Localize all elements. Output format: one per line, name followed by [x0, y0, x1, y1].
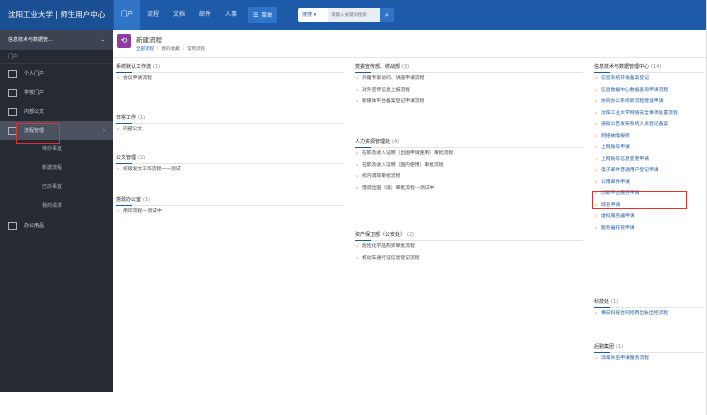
workflow-link[interactable]: 横向科技合同经费出账出经流程: [594, 308, 704, 320]
workflow-link[interactable]: 消毒杀虫申请服务流程: [594, 353, 704, 365]
workflow-link[interactable]: 网络故障报修: [594, 131, 704, 143]
workflow-link[interactable]: 公用邮件申请: [594, 177, 704, 189]
search-type-select[interactable]: 搜搜 ▾: [298, 8, 328, 22]
workflow-category: 党政办公室(1) 用印流程---测试中: [116, 194, 344, 218]
workflow-link[interactable]: 危险化学品购买审批流程: [355, 241, 583, 253]
sidebar-org-name: 信息技术与数据管...: [8, 37, 53, 43]
menu-button[interactable]: ☰ 菜单: [248, 7, 278, 23]
search-bar: 搜搜 ▾ ⌕: [298, 8, 394, 22]
user-icon: [8, 69, 17, 78]
workflow-link[interactable]: 校内调岗审批流程: [355, 171, 583, 183]
workflow-link[interactable]: 会议申请流程: [116, 73, 344, 85]
highlight-box: [592, 191, 687, 209]
workflow-link[interactable]: 校级发文工作流程——测试: [116, 164, 344, 176]
top-nav: 门户 流程 文档 邮件 人事 ☰ 菜单: [114, 0, 278, 30]
category-title: 科技处 (1): [594, 296, 704, 308]
workflow-category: 系统默认工作流(1) 会议申请流程: [116, 61, 344, 103]
tab-separator: |: [157, 46, 159, 51]
nav-hr[interactable]: 人事: [218, 0, 244, 30]
sidebar-subitem-new-workflow[interactable]: 新建流程: [0, 159, 113, 178]
workflow-link[interactable]: 新媒体平台备案登记申请流程: [355, 96, 583, 108]
sidebar-item-office-supplies[interactable]: 办公用品: [0, 216, 113, 235]
workflow-link[interactable]: 在职及收入证明（国内使用）审批流程: [355, 160, 583, 172]
workflow-link[interactable]: 通知公告发布系统人员登记备案: [594, 119, 704, 131]
search-icon[interactable]: ⌕: [380, 8, 394, 22]
category-title: 后勤集团 (1): [594, 341, 704, 353]
workflow-link[interactable]: 电子邮件普通用户登记申请: [594, 165, 704, 177]
workflow-link[interactable]: 用印流程---测试中: [116, 206, 344, 218]
tab-favorites[interactable]: 我的收藏: [162, 46, 180, 52]
menu-label: 菜单: [261, 13, 273, 19]
category-title: 公文管理 (2): [116, 152, 344, 164]
sidebar-subitem-done[interactable]: 已办事宜: [0, 178, 113, 197]
workflow-link[interactable]: 外籍专家访问、讲座申请流程: [355, 73, 583, 85]
workflow-category: 日常工作(1) 内部公文: [116, 112, 344, 143]
main-header: ⟲ 新建流程 全部流程 | 我的收藏 | 常用流程: [113, 30, 707, 58]
tab-all-workflows[interactable]: 全部流程: [136, 46, 154, 52]
workflow-category: 资产保卫部（公安处）(2) 危险化学品购买审批流程 机动车通行证信息登记流程: [355, 229, 583, 264]
nav-mail[interactable]: 邮件: [192, 0, 218, 30]
workflow-link[interactable]: 在职及收入证明（出国申请使用）审批流程: [355, 148, 583, 160]
workflow-category: 党委宣传部、统战部(3) 外籍专家访问、讲座申请流程 对外宣传信息上报流程 新媒…: [355, 61, 583, 127]
workflow-link[interactable]: 对外宣传信息上报流程: [355, 85, 583, 97]
sidebar-item-label: 学校门户: [24, 90, 45, 96]
workflow-category: 信息技术与数据管理中心(14) 信息系统开发备案登记 信息数据中心数据查询申请流…: [594, 61, 704, 287]
workflow-link[interactable]: 上网账号申请: [594, 142, 704, 154]
chevron-down-icon: ⌄: [100, 37, 105, 43]
workflow-column-3: 信息技术与数据管理中心(14) 信息系统开发备案登记 信息数据中心数据查询申请流…: [594, 61, 704, 374]
sidebar: 信息技术与数据管... ⌄ 门户 个人门户 学校门户 内部公文 流程管理 › 待…: [0, 30, 113, 392]
workflow-category: 公文管理(2) 校级发文工作流程——测试: [116, 152, 344, 185]
category-title: 信息技术与数据管理中心 (14): [594, 61, 704, 73]
workflow-column-2: 党委宣传部、统战部(3) 外籍专家访问、讲座申请流程 对外宣传信息上报流程 新媒…: [355, 61, 583, 273]
category-title: 日常工作 (1): [116, 112, 344, 124]
sidebar-org-switcher[interactable]: 信息技术与数据管... ⌄: [0, 30, 113, 50]
category-title: 系统默认工作流 (1): [116, 61, 344, 73]
bottom-blank-area: [0, 392, 707, 415]
box-icon: [8, 221, 17, 230]
workflow-tabs: 全部流程 | 我的收藏 | 常用流程: [136, 46, 208, 52]
workflow-link[interactable]: 服务器托管申请: [594, 223, 704, 235]
workflow-category: 后勤集团(1) 消毒杀虫申请服务流程: [594, 341, 704, 365]
workflow-category: 人力资源管理处(4) 在职及收入证明（出国申请使用）审批流程 在职及收入证明（国…: [355, 136, 583, 220]
workflow-link[interactable]: 机动车通行证信息登记流程: [355, 253, 583, 265]
nav-documents[interactable]: 文档: [166, 0, 192, 30]
workflow-link[interactable]: 内部公文: [116, 124, 344, 136]
chevron-right-icon: ›: [103, 127, 105, 134]
sidebar-subitem-my-requests[interactable]: 我的请求: [0, 197, 113, 216]
workflow-column-1: 系统默认工作流(1) 会议申请流程 日常工作(1) 内部公文 公文管理(2) 校…: [116, 61, 344, 227]
workflow-link[interactable]: 借调出国（境）审批流程---测试中: [355, 183, 583, 195]
tab-common-workflows[interactable]: 常用流程: [187, 46, 205, 52]
sidebar-item-label: 个人门户: [24, 71, 45, 77]
nav-portal[interactable]: 门户: [114, 0, 140, 30]
sidebar-group-title: 门户: [0, 50, 113, 64]
doc-icon: [8, 107, 17, 116]
workflow-link[interactable]: 信息数据中心数据查询申请流程: [594, 85, 704, 97]
sidebar-item-school-portal[interactable]: 学校门户: [0, 83, 113, 102]
search-input[interactable]: [328, 8, 380, 22]
sidebar-item-label: 内部公文: [24, 109, 45, 115]
workflow-logo-icon: ⟲: [117, 34, 131, 48]
app-brand: 沈阳工业大学 | 师生用户中心: [0, 0, 113, 30]
category-title: 党政办公室 (1): [116, 194, 344, 206]
sidebar-item-personal-portal[interactable]: 个人门户: [0, 64, 113, 83]
nav-workflow[interactable]: 流程: [140, 0, 166, 30]
category-title: 人力资源管理处 (4): [355, 136, 583, 148]
workflow-link[interactable]: 上网账号信息变更申请: [594, 154, 704, 166]
sidebar-item-internal-docs[interactable]: 内部公文: [0, 102, 113, 121]
category-title: 资产保卫部（公安处） (2): [355, 229, 583, 241]
sidebar-item-label: 办公用品: [24, 223, 45, 229]
workflow-link[interactable]: 信息系统开发备案登记: [594, 73, 704, 85]
highlight-box: [16, 123, 60, 144]
home-icon: [8, 88, 17, 97]
page-title: 新建流程: [136, 36, 162, 44]
workflow-link[interactable]: 协同办公系统新流程建设申请: [594, 96, 704, 108]
top-bar: 沈阳工业大学 | 师生用户中心 门户 流程 文档 邮件 人事 ☰ 菜单 搜搜 ▾…: [0, 0, 707, 30]
workflow-category: 科技处(1) 横向科技合同经费出账出经流程: [594, 296, 704, 332]
workflow-link[interactable]: 沈阳工业大学网络安全事项处置流程: [594, 108, 704, 120]
workflow-link[interactable]: 虚拟服务器申请: [594, 211, 704, 223]
grid-icon: ☰: [253, 11, 259, 19]
category-title: 党委宣传部、统战部 (3): [355, 61, 583, 73]
tab-separator: |: [182, 46, 185, 51]
